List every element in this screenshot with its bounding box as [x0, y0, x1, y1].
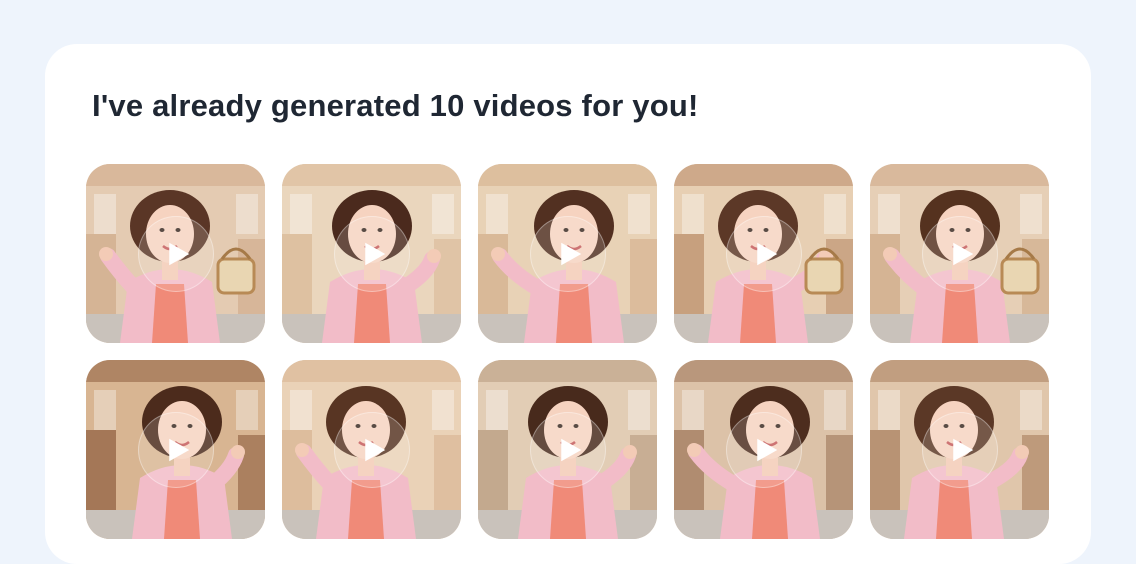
play-icon — [168, 438, 189, 461]
play-button[interactable] — [137, 411, 214, 488]
video-thumbnail[interactable] — [86, 164, 265, 343]
play-button[interactable] — [137, 215, 214, 292]
play-button[interactable] — [333, 215, 410, 292]
play-icon — [364, 242, 385, 265]
video-thumbnail[interactable] — [674, 360, 853, 539]
video-thumbnail[interactable] — [674, 164, 853, 343]
play-icon — [364, 438, 385, 461]
video-thumbnail[interactable] — [478, 360, 657, 539]
play-icon — [952, 242, 973, 265]
play-button[interactable] — [333, 411, 410, 488]
play-icon — [560, 438, 581, 461]
video-thumbnail[interactable] — [478, 164, 657, 343]
play-button[interactable] — [529, 411, 606, 488]
video-thumbnail[interactable] — [870, 360, 1049, 539]
video-thumbnail[interactable] — [282, 360, 461, 539]
video-grid — [86, 164, 1049, 539]
play-button[interactable] — [725, 411, 802, 488]
play-button[interactable] — [921, 411, 998, 488]
videos-card: I've already generated 10 videos for you… — [45, 44, 1091, 564]
play-icon — [756, 242, 777, 265]
play-icon — [756, 438, 777, 461]
video-thumbnail[interactable] — [282, 164, 461, 343]
play-icon — [168, 242, 189, 265]
play-button[interactable] — [529, 215, 606, 292]
play-button[interactable] — [921, 215, 998, 292]
play-icon — [560, 242, 581, 265]
video-thumbnail[interactable] — [870, 164, 1049, 343]
play-button[interactable] — [725, 215, 802, 292]
page-title: I've already generated 10 videos for you… — [92, 88, 699, 123]
play-icon — [952, 438, 973, 461]
video-thumbnail[interactable] — [86, 360, 265, 539]
